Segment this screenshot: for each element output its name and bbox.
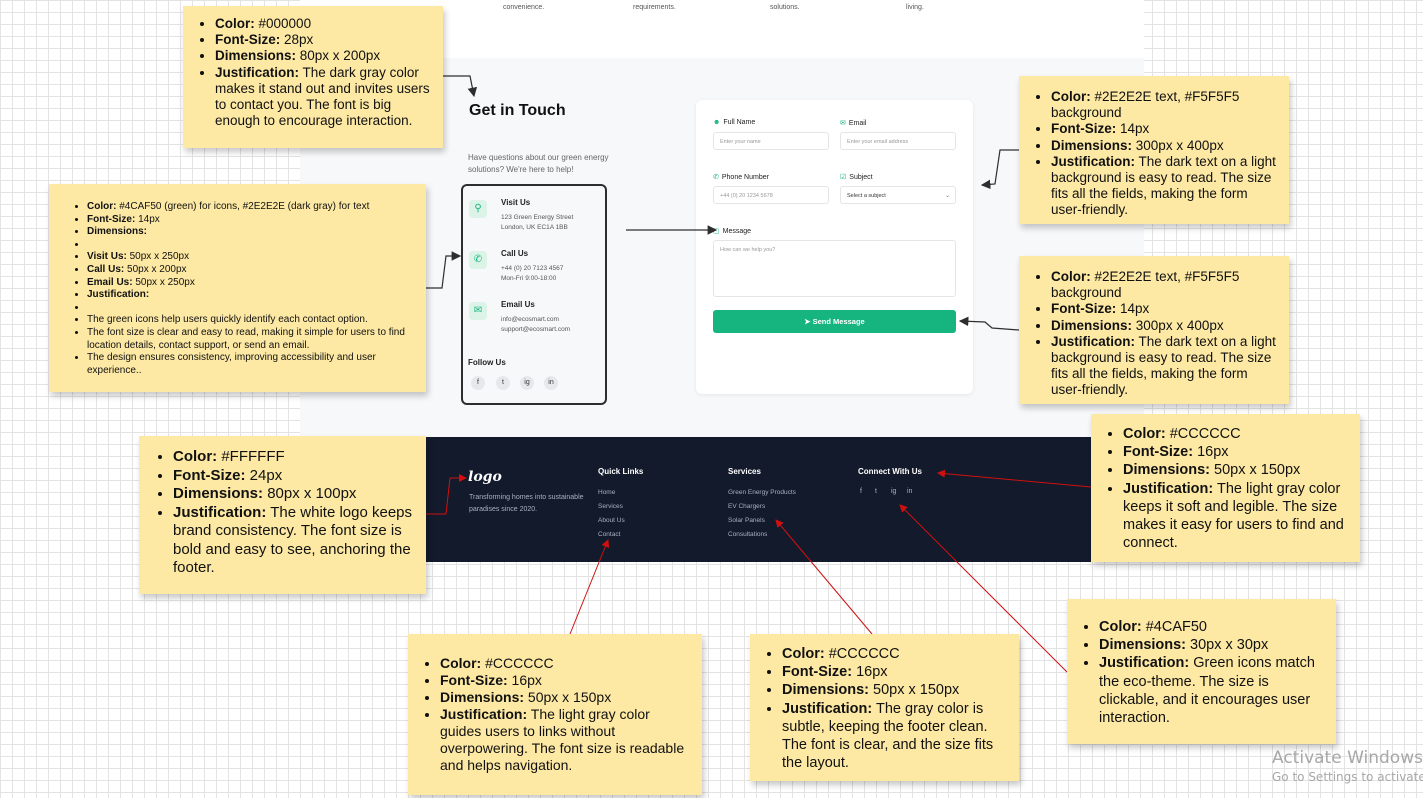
note-value: #CCCCCC bbox=[828, 646, 900, 662]
note-value: 300px x 400px bbox=[1135, 317, 1224, 333]
note-value: 50px x 150px bbox=[527, 689, 612, 705]
sticky-note-form-2: Color: #2E2E2E text, #F5F5F5 background … bbox=[1019, 256, 1289, 404]
note-label: Font-Size: bbox=[1123, 444, 1194, 461]
arrow-form-1 bbox=[980, 149, 1019, 190]
note-label: Justification: bbox=[440, 706, 528, 722]
note-label: Font-Size: bbox=[87, 213, 136, 225]
note-label: Color: bbox=[173, 448, 218, 465]
note-value: 50px x 250px bbox=[135, 276, 195, 288]
activate-windows-watermark: Activate Windows Go to Settings to activ… bbox=[1272, 748, 1423, 786]
note-label: Justification: bbox=[173, 503, 267, 521]
note-label: Justification: bbox=[1123, 480, 1214, 497]
note-label: Visit Us: bbox=[87, 251, 127, 263]
note-label: Justification: bbox=[1051, 333, 1136, 349]
note-label: Justification: bbox=[1051, 153, 1136, 169]
note-value: 80px x 200px bbox=[299, 48, 381, 64]
note-label: Font-Size: bbox=[440, 672, 508, 688]
note-label: Justification: bbox=[782, 700, 873, 717]
note-label: Dimensions: bbox=[1051, 317, 1133, 333]
watermark-title: Activate Windows bbox=[1272, 748, 1423, 768]
sticky-note-connect: Color: #CCCCCC Font-Size: 16px Dimension… bbox=[1091, 414, 1360, 562]
note-label: Font-Size: bbox=[1051, 301, 1117, 317]
arrow-quick-links bbox=[569, 539, 610, 635]
note-value: #CCCCCC bbox=[1169, 426, 1241, 442]
note-label: Color: bbox=[440, 655, 482, 671]
note-label: Color: bbox=[215, 16, 255, 31]
watermark-subtitle: Go to Settings to activate Windows. bbox=[1272, 770, 1423, 784]
sticky-note-form-1: Color: #2E2E2E text, #F5F5F5 background … bbox=[1019, 76, 1289, 224]
note-label: Font-Size: bbox=[173, 466, 246, 484]
note-label: Color: bbox=[1051, 269, 1091, 284]
note-value: #4CAF50 bbox=[1145, 619, 1207, 635]
note-value: 28px bbox=[284, 32, 314, 48]
note-value: 50px x 250px bbox=[129, 251, 190, 263]
sticky-note-social-icons: Color: #4CAF50 Dimensions: 30px x 30px J… bbox=[1067, 599, 1336, 744]
note-value: 50px x 200px bbox=[127, 263, 187, 275]
note-value: 16px bbox=[856, 664, 888, 681]
note-value: #4CAF50 (green) for icons, #2E2E2E (dark… bbox=[119, 201, 370, 212]
note-value: #CCCCCC bbox=[485, 655, 554, 671]
note-label: Color: bbox=[1099, 619, 1142, 635]
note-value: 16px bbox=[1197, 444, 1229, 461]
arrow-contact-card bbox=[426, 251, 462, 289]
note-label: Dimensions: bbox=[1051, 137, 1133, 153]
note-label: Dimensions: bbox=[215, 48, 297, 64]
note-label: Font-Size: bbox=[215, 32, 281, 48]
note-label: Font-Size: bbox=[782, 664, 853, 681]
note-label: Color: bbox=[1051, 89, 1091, 104]
note-value: The design ensures consistency, improvin… bbox=[87, 352, 416, 377]
arrow-connect bbox=[937, 469, 1092, 488]
note-value: 14px bbox=[1120, 121, 1150, 137]
note-label: Dimensions: bbox=[87, 226, 148, 238]
note-label: Color: bbox=[87, 201, 117, 212]
sticky-note-logo: Color: #FFFFFF Font-Size: 24px Dimension… bbox=[139, 436, 426, 594]
sticky-note-title: Color: #000000 Font-Size: 28px Dimension… bbox=[183, 6, 443, 148]
note-value: 14px bbox=[1120, 301, 1150, 317]
note-value: 300px x 400px bbox=[1135, 137, 1224, 153]
note-value: 24px bbox=[249, 466, 283, 484]
note-value: #FFFFFF bbox=[221, 448, 285, 465]
sticky-note-quick-links: Color: #CCCCCC Font-Size: 16px Dimension… bbox=[408, 634, 702, 795]
note-label: Dimensions: bbox=[1099, 637, 1187, 654]
note-label: Justification: bbox=[215, 64, 300, 80]
note-label: Dimensions: bbox=[173, 485, 264, 502]
arrow-title bbox=[443, 75, 478, 98]
note-value: 16px bbox=[511, 672, 542, 688]
note-value: The green icons help users quickly ident… bbox=[87, 314, 416, 327]
note-value: 14px bbox=[138, 213, 160, 225]
note-label: Dimensions: bbox=[782, 682, 870, 699]
note-label: Call Us: bbox=[87, 263, 125, 275]
arrow-services bbox=[775, 519, 873, 635]
note-label: Font-Size: bbox=[1051, 121, 1117, 137]
note-label: Color: bbox=[1123, 426, 1166, 442]
note-value: 80px x 100px bbox=[267, 485, 357, 502]
note-value: 50px x 150px bbox=[873, 682, 960, 699]
arrow-form-2 bbox=[958, 316, 1020, 331]
note-label: Justification: bbox=[1099, 655, 1190, 672]
note-value: #000000 bbox=[258, 16, 312, 31]
note-value: The font size is clear and easy to read,… bbox=[87, 327, 416, 352]
sticky-note-contact: Color: #4CAF50 (green) for icons, #2E2E2… bbox=[49, 184, 426, 392]
note-value: 50px x 150px bbox=[1214, 462, 1301, 479]
note-value: 30px x 30px bbox=[1190, 637, 1269, 654]
note-label: Dimensions: bbox=[440, 689, 525, 705]
note-label: Color: bbox=[782, 646, 825, 662]
note-label: Dimensions: bbox=[1123, 462, 1211, 479]
note-label: Email Us: bbox=[87, 276, 133, 288]
note-label: Justification: bbox=[87, 289, 150, 301]
sticky-note-services: Color: #CCCCCC Font-Size: 16px Dimension… bbox=[750, 634, 1019, 781]
arrow-logo bbox=[426, 474, 467, 515]
